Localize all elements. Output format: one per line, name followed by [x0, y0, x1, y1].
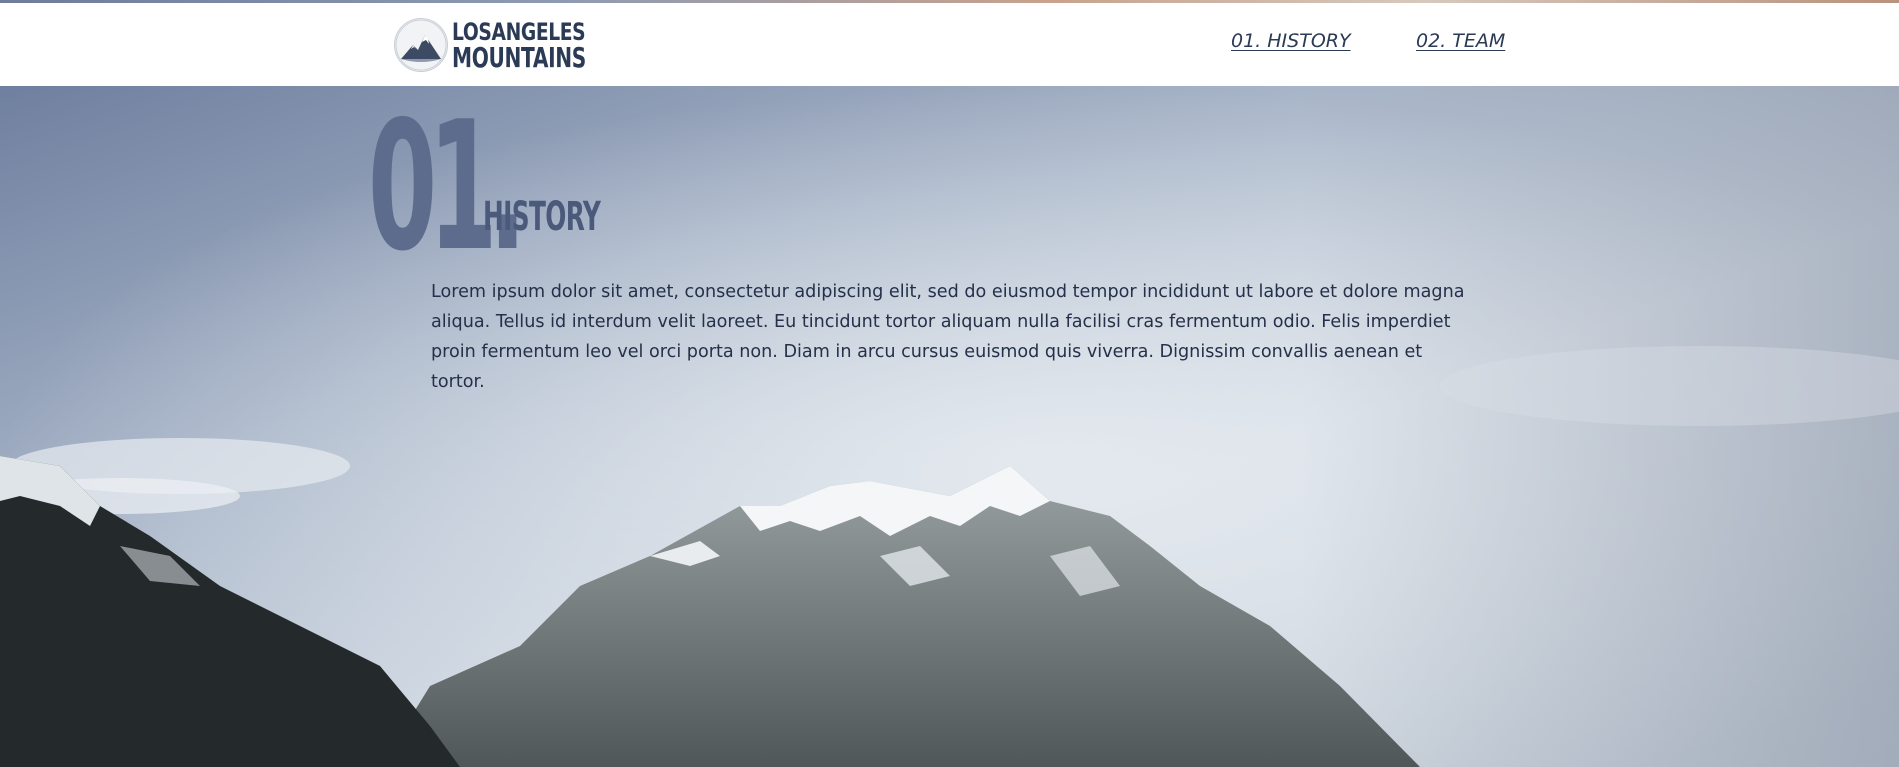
- nav-link-team[interactable]: 02. TEAM: [1416, 30, 1505, 52]
- mountain-landscape-image: [0, 86, 1899, 767]
- mountain-logo-icon: [394, 18, 448, 72]
- logo-line-2: MOUNTAINS: [452, 41, 586, 74]
- section-title: HISTORY: [483, 194, 601, 240]
- site-logo[interactable]: LOSANGELES MOUNTAINS: [394, 17, 638, 73]
- site-header: LOSANGELES MOUNTAINS 01. HISTORY 02. TEA…: [0, 3, 1899, 86]
- top-image-strip: [0, 0, 1899, 3]
- page: LOSANGELES MOUNTAINS 01. HISTORY 02. TEA…: [0, 0, 1899, 767]
- section-body-text: Lorem ipsum dolor sit amet, consectetur …: [431, 282, 1465, 392]
- hero-background: [0, 86, 1899, 767]
- nav-link-history[interactable]: 01. HISTORY: [1231, 30, 1351, 52]
- section-number: 01.: [368, 83, 527, 290]
